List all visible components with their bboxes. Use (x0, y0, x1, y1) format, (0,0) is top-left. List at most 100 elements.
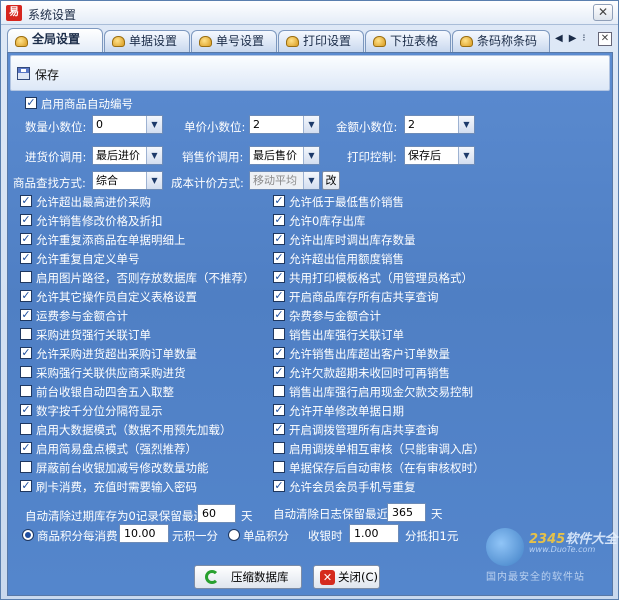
purchase-price-select[interactable]: 最后进价 ▼ (92, 146, 163, 165)
option-label: 允许重复添商品在单据明细上 (36, 233, 186, 247)
save-icon[interactable] (17, 67, 30, 80)
print-control-select[interactable]: 保存后 ▼ (404, 146, 475, 165)
option-label: 允许采购进货超出采购订单数量 (36, 347, 197, 361)
change-cost-method-button[interactable]: 改 (322, 171, 340, 190)
tab-barcode-scale[interactable]: 条码称条码 (452, 30, 550, 52)
points-consume-input[interactable]: 10.00 (119, 524, 169, 543)
option-checkbox[interactable] (20, 385, 32, 397)
option-checkbox[interactable]: ✓ (273, 233, 285, 245)
compress-database-label: 压缩数据库 (231, 570, 289, 584)
amount-decimals-label: 金额小数位: (336, 120, 398, 134)
option-label: 销售出库强行关联订单 (289, 328, 404, 342)
points-consume-unit: 元积一分 (172, 529, 218, 543)
option-checkbox[interactable] (20, 423, 32, 435)
option-checkbox[interactable]: ✓ (273, 290, 285, 302)
search-mode-value: 综合 (96, 174, 118, 187)
window-title: 系统设置 (28, 8, 77, 22)
chevron-down-icon[interactable]: ▼ (303, 147, 319, 164)
option-checkbox[interactable]: ✓ (20, 404, 32, 416)
option-checkbox[interactable] (20, 328, 32, 340)
cost-method-label: 成本计价方式: (171, 176, 244, 190)
tab-menu-icon[interactable]: ⁝ (582, 33, 591, 44)
search-mode-select[interactable]: 综合 ▼ (92, 171, 163, 190)
print-control-value: 保存后 (408, 149, 441, 162)
auto-clean-stock-unit: 天 (241, 509, 253, 523)
settings-icon (373, 36, 386, 47)
option-label: 允许会员会员手机号重复 (289, 480, 416, 494)
qty-decimals-select[interactable]: 0 ▼ (92, 115, 163, 134)
option-checkbox[interactable]: ✓ (273, 347, 285, 359)
points-consume-label: 商品积分每消费 (37, 529, 118, 543)
option-label: 开启商品库存所有店共享查询 (289, 290, 439, 304)
option-label: 共用打印模板格式（用管理员格式） (289, 271, 473, 285)
close-button[interactable]: ✕ 关闭(C) (313, 565, 380, 589)
points-consume-radio[interactable] (22, 529, 34, 541)
tab-document-settings[interactable]: 单据设置 (104, 30, 190, 52)
option-label: 杂费参与金额合计 (289, 309, 381, 323)
chevron-down-icon[interactable]: ▼ (458, 147, 474, 164)
price-decimals-label: 单价小数位: (184, 120, 246, 134)
points-single-radio[interactable] (228, 529, 240, 541)
save-button[interactable]: 保存 (35, 66, 59, 83)
option-checkbox[interactable]: ✓ (20, 195, 32, 207)
option-checkbox[interactable]: ✓ (273, 480, 285, 492)
chevron-down-icon[interactable]: ▼ (146, 116, 162, 133)
option-checkbox[interactable]: ✓ (20, 347, 32, 359)
option-checkbox[interactable]: ✓ (20, 442, 32, 454)
sales-price-label: 销售价调用: (182, 150, 244, 164)
auto-clean-log-days-input[interactable]: 365 (387, 503, 426, 522)
sales-price-select[interactable]: 最后售价 ▼ (249, 146, 320, 165)
option-checkbox[interactable]: ✓ (273, 271, 285, 283)
option-checkbox[interactable]: ✓ (273, 309, 285, 321)
option-checkbox[interactable] (20, 461, 32, 473)
option-checkbox[interactable]: ✓ (273, 195, 285, 207)
option-checkbox[interactable]: ✓ (20, 309, 32, 321)
tab-bar: 全局设置 单据设置 单号设置 打印设置 下拉表格 条码称条码 ◀▶⁝ ✕ (7, 28, 613, 53)
chevron-down-icon[interactable]: ▼ (146, 172, 162, 189)
points-cash-input[interactable]: 1.00 (349, 524, 399, 543)
tab-prev-icon[interactable]: ◀ (555, 33, 569, 44)
option-checkbox[interactable]: ✓ (273, 423, 285, 435)
option-checkbox[interactable]: ✓ (273, 214, 285, 226)
option-checkbox[interactable]: ✓ (273, 252, 285, 264)
auto-clean-stock-label: 自动清除过期库存为0记录保留最近 (25, 509, 205, 523)
chevron-down-icon[interactable]: ▼ (458, 116, 474, 133)
option-checkbox[interactable]: ✓ (20, 252, 32, 264)
option-checkbox[interactable] (20, 366, 32, 378)
option-label: 允许其它操作员自定义表格设置 (36, 290, 197, 304)
amount-decimals-select[interactable]: 2 ▼ (404, 115, 475, 134)
qty-decimals-label: 数量小数位: (25, 120, 87, 134)
tab-print-settings[interactable]: 打印设置 (278, 30, 364, 52)
cost-method-select: 移动平均 ▼ (249, 171, 320, 190)
tab-label: 单据设置 (129, 34, 178, 48)
option-checkbox[interactable] (273, 385, 285, 397)
option-checkbox[interactable] (273, 442, 285, 454)
tab-close-icon[interactable]: ✕ (598, 32, 612, 46)
option-checkbox[interactable]: ✓ (273, 404, 285, 416)
recycle-icon (205, 570, 219, 584)
option-checkbox[interactable] (273, 328, 285, 340)
option-checkbox[interactable] (273, 461, 285, 473)
tab-global-settings[interactable]: 全局设置 (7, 28, 103, 53)
option-checkbox[interactable]: ✓ (20, 233, 32, 245)
tab-dropdown-table[interactable]: 下拉表格 (365, 30, 451, 52)
auto-number-checkbox[interactable]: ✓ (25, 97, 37, 109)
compress-database-button[interactable]: 压缩数据库 (194, 565, 302, 589)
qty-decimals-value: 0 (96, 118, 103, 131)
tab-number-settings[interactable]: 单号设置 (191, 30, 277, 52)
tab-next-icon[interactable]: ▶ (569, 33, 583, 44)
option-checkbox[interactable]: ✓ (273, 366, 285, 378)
auto-clean-stock-days-input[interactable]: 60 (197, 504, 236, 523)
tab-label: 全局设置 (32, 32, 81, 46)
option-checkbox[interactable]: ✓ (20, 290, 32, 302)
option-label: 启用大数据模式（数据不用预先加载） (36, 423, 232, 437)
chevron-down-icon[interactable]: ▼ (146, 147, 162, 164)
window-close-button[interactable]: ✕ (593, 4, 613, 21)
app-icon: 易 (6, 5, 22, 21)
price-decimals-select[interactable]: 2 ▼ (249, 115, 320, 134)
option-checkbox[interactable] (20, 271, 32, 283)
option-checkbox[interactable]: ✓ (20, 480, 32, 492)
tab-label: 打印设置 (303, 34, 352, 48)
chevron-down-icon[interactable]: ▼ (303, 116, 319, 133)
option-checkbox[interactable]: ✓ (20, 214, 32, 226)
